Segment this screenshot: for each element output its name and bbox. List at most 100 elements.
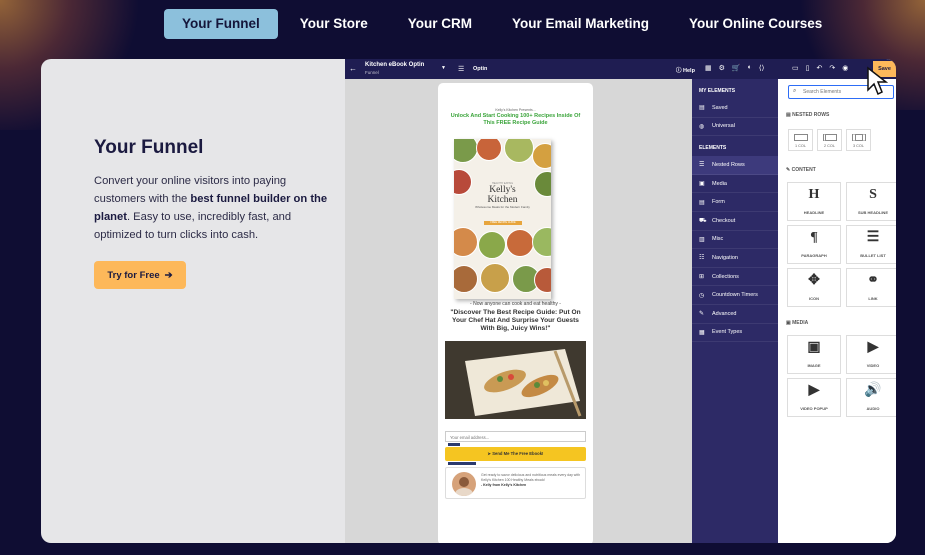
cart-icon: ⛟ [699, 217, 707, 224]
funnel-name[interactable]: Kitchen eBook Optin [365, 62, 424, 69]
content-heading: ✎ CONTENT [786, 167, 816, 173]
sidebar-item-label: Media [712, 180, 727, 187]
sidebar-item-label: Saved [712, 104, 728, 111]
advanced-icon: ✎ [699, 311, 705, 318]
hero-description: Convert your online visitors into paying… [94, 172, 339, 244]
desktop-icon[interactable]: ▭ [792, 64, 799, 72]
top-nav: Your Funnel Your Store Your CRM Your Ema… [164, 9, 840, 39]
misc-icon: ▥ [699, 236, 705, 243]
send-ebook-button[interactable]: ➤ Send Me The Free Ebook! [445, 447, 586, 461]
testimonial-author: - Kelly from Kelly's Kitchen [481, 483, 527, 487]
help-button[interactable]: ⓘ Help [676, 66, 695, 74]
sidebar-item-label: Countdown Timers [712, 292, 758, 299]
image-icon: ▣ [699, 181, 705, 188]
three-col-button[interactable]: 3 COL [846, 129, 871, 151]
bullet-list-label: BULLET LIST [860, 253, 886, 258]
video-popup-element[interactable]: ▶ VIDEO POPUP [787, 378, 841, 417]
icon-element-label: ICON [809, 296, 819, 301]
ebook-cover: HEALTHY EATING Kelly's Kitchen Wholesome… [454, 139, 551, 299]
tab-your-crm[interactable]: Your CRM [390, 9, 490, 39]
preview-eye-icon[interactable]: ◉ [842, 64, 848, 72]
food-photo-art [445, 341, 586, 419]
sidebar-item-label: Event Types [712, 329, 743, 336]
link-element[interactable]: ⚭ LINK [846, 268, 896, 307]
food-photo [445, 341, 586, 419]
one-col-button[interactable]: 1 COL [788, 129, 813, 151]
menu-icon[interactable]: ☰ [458, 65, 464, 73]
sidebar-item-collections[interactable]: ⊞ Collections [692, 268, 778, 287]
tab-your-funnel[interactable]: Your Funnel [164, 9, 278, 39]
sidebar-item-navigation[interactable]: ☷ Navigation [692, 249, 778, 268]
field-label-bar [448, 443, 460, 446]
sidebar-item-countdown-timers[interactable]: ◷ Countdown Timers [692, 286, 778, 305]
two-col-button[interactable]: 2 COL [817, 129, 842, 151]
feature-card: Your Funnel Convert your online visitors… [41, 59, 896, 543]
elements-panel: ⌕ Search Elements ▤ NESTED ROWS 1 COL 2 … [778, 79, 896, 543]
icon-element[interactable]: ✥ ICON [787, 268, 841, 307]
one-col-label: 1 COL [795, 144, 806, 148]
mobile-icon[interactable]: ▯ [806, 64, 810, 72]
audio-element[interactable]: 🔊 AUDIO [846, 378, 896, 417]
video-element[interactable]: ▶ VIDEO [846, 335, 896, 374]
sidebar-item-universal[interactable]: ◍ Universal [692, 118, 778, 137]
preview-small-text: Kelly's Kitchen Presents... [495, 108, 536, 112]
sidebar-item-event-types[interactable]: ▦ Event Types [692, 324, 778, 343]
sidebar-item-label: Misc [712, 236, 724, 243]
undo-icon[interactable]: ↶ [816, 64, 822, 72]
redo-icon[interactable]: ↷ [829, 64, 835, 72]
editor-toolbar: ← Kitchen eBook Optin Funnel ▼ ☰ Optin ⓘ… [345, 59, 896, 79]
preview-discover-text: "Discover The Best Recipe Guide: Put On … [450, 309, 581, 332]
navigation-icon: ☷ [699, 255, 705, 262]
avatar [452, 472, 476, 496]
settings-icon[interactable]: ⚙ [719, 64, 725, 72]
sidebar-item-nested-rows[interactable]: ☰ Nested Rows [692, 156, 778, 175]
video-popup-label: VIDEO POPUP [800, 406, 828, 411]
testimonial-quote: Get ready to savor delicious and nutriti… [481, 473, 581, 482]
nested-rows-heading: ▤ NESTED ROWS [786, 112, 830, 118]
my-elements-heading: MY ELEMENTS [699, 88, 736, 94]
column-options: 1 COL 2 COL 3 COL [788, 129, 871, 151]
page-name[interactable]: Optin [473, 66, 487, 72]
palette-icon[interactable]: ◐ [748, 64, 752, 72]
code-icon[interactable]: ⟨⟩ [759, 64, 764, 72]
sidebar-item-checkout[interactable]: ⛟ Checkout [692, 212, 778, 231]
image-icon: ▣ [807, 340, 821, 355]
sidebar-item-saved[interactable]: ▤ Saved [692, 99, 778, 118]
sidebar-item-label: Navigation [712, 254, 738, 261]
back-arrow-icon[interactable]: ← [349, 64, 357, 73]
bookmark-icon: ▤ [699, 105, 705, 112]
bullet-list-element[interactable]: ☰ BULLET LIST [846, 225, 896, 264]
sidebar-item-advanced[interactable]: ✎ Advanced [692, 305, 778, 324]
try-for-free-button[interactable]: Try for Free ➔ [94, 261, 186, 289]
tab-your-email-marketing[interactable]: Your Email Marketing [494, 9, 667, 39]
grid-icon[interactable]: ▦ [705, 64, 712, 72]
sidebar-item-label: Universal [712, 123, 735, 130]
page-preview: Kelly's Kitchen Presents... Unlock And S… [438, 83, 593, 543]
paragraph-element[interactable]: ¶ PARAGRAPH [787, 225, 841, 264]
tab-your-store[interactable]: Your Store [282, 9, 386, 39]
audio-icon: 🔊 [864, 383, 882, 398]
two-col-icon [822, 134, 837, 141]
ebook-subtitle: Wholesome Meals for the Modern Family [475, 205, 530, 209]
search-icon: ⌕ [793, 88, 797, 94]
sub-headline-element[interactable]: S SUB HEADLINE [846, 182, 896, 221]
link-icon: ⚭ [867, 273, 879, 288]
testimonial: Get ready to savor delicious and nutriti… [445, 467, 586, 499]
video-icon: ▶ [867, 340, 879, 355]
sidebar-item-misc[interactable]: ▥ Misc [692, 231, 778, 250]
sub-headline-label: SUB HEADLINE [857, 210, 888, 215]
media-heading-label: MEDIA [792, 320, 809, 326]
tab-your-online-courses[interactable]: Your Online Courses [671, 9, 840, 39]
search-placeholder: Search Elements [803, 89, 842, 95]
timer-icon: ◷ [699, 292, 705, 299]
cart-icon[interactable]: 🛒 [732, 64, 741, 72]
email-field[interactable]: Your email address... [445, 431, 586, 442]
collections-icon: ⊞ [699, 274, 705, 281]
video-popup-icon: ▶ [808, 383, 820, 398]
link-label: LINK [868, 296, 878, 301]
sidebar-item-form[interactable]: ▤ Form [692, 193, 778, 212]
image-element[interactable]: ▣ IMAGE [787, 335, 841, 374]
headline-element[interactable]: H HEADLINE [787, 182, 841, 221]
chevron-down-icon[interactable]: ▼ [441, 65, 446, 71]
sidebar-item-media[interactable]: ▣ Media [692, 175, 778, 194]
